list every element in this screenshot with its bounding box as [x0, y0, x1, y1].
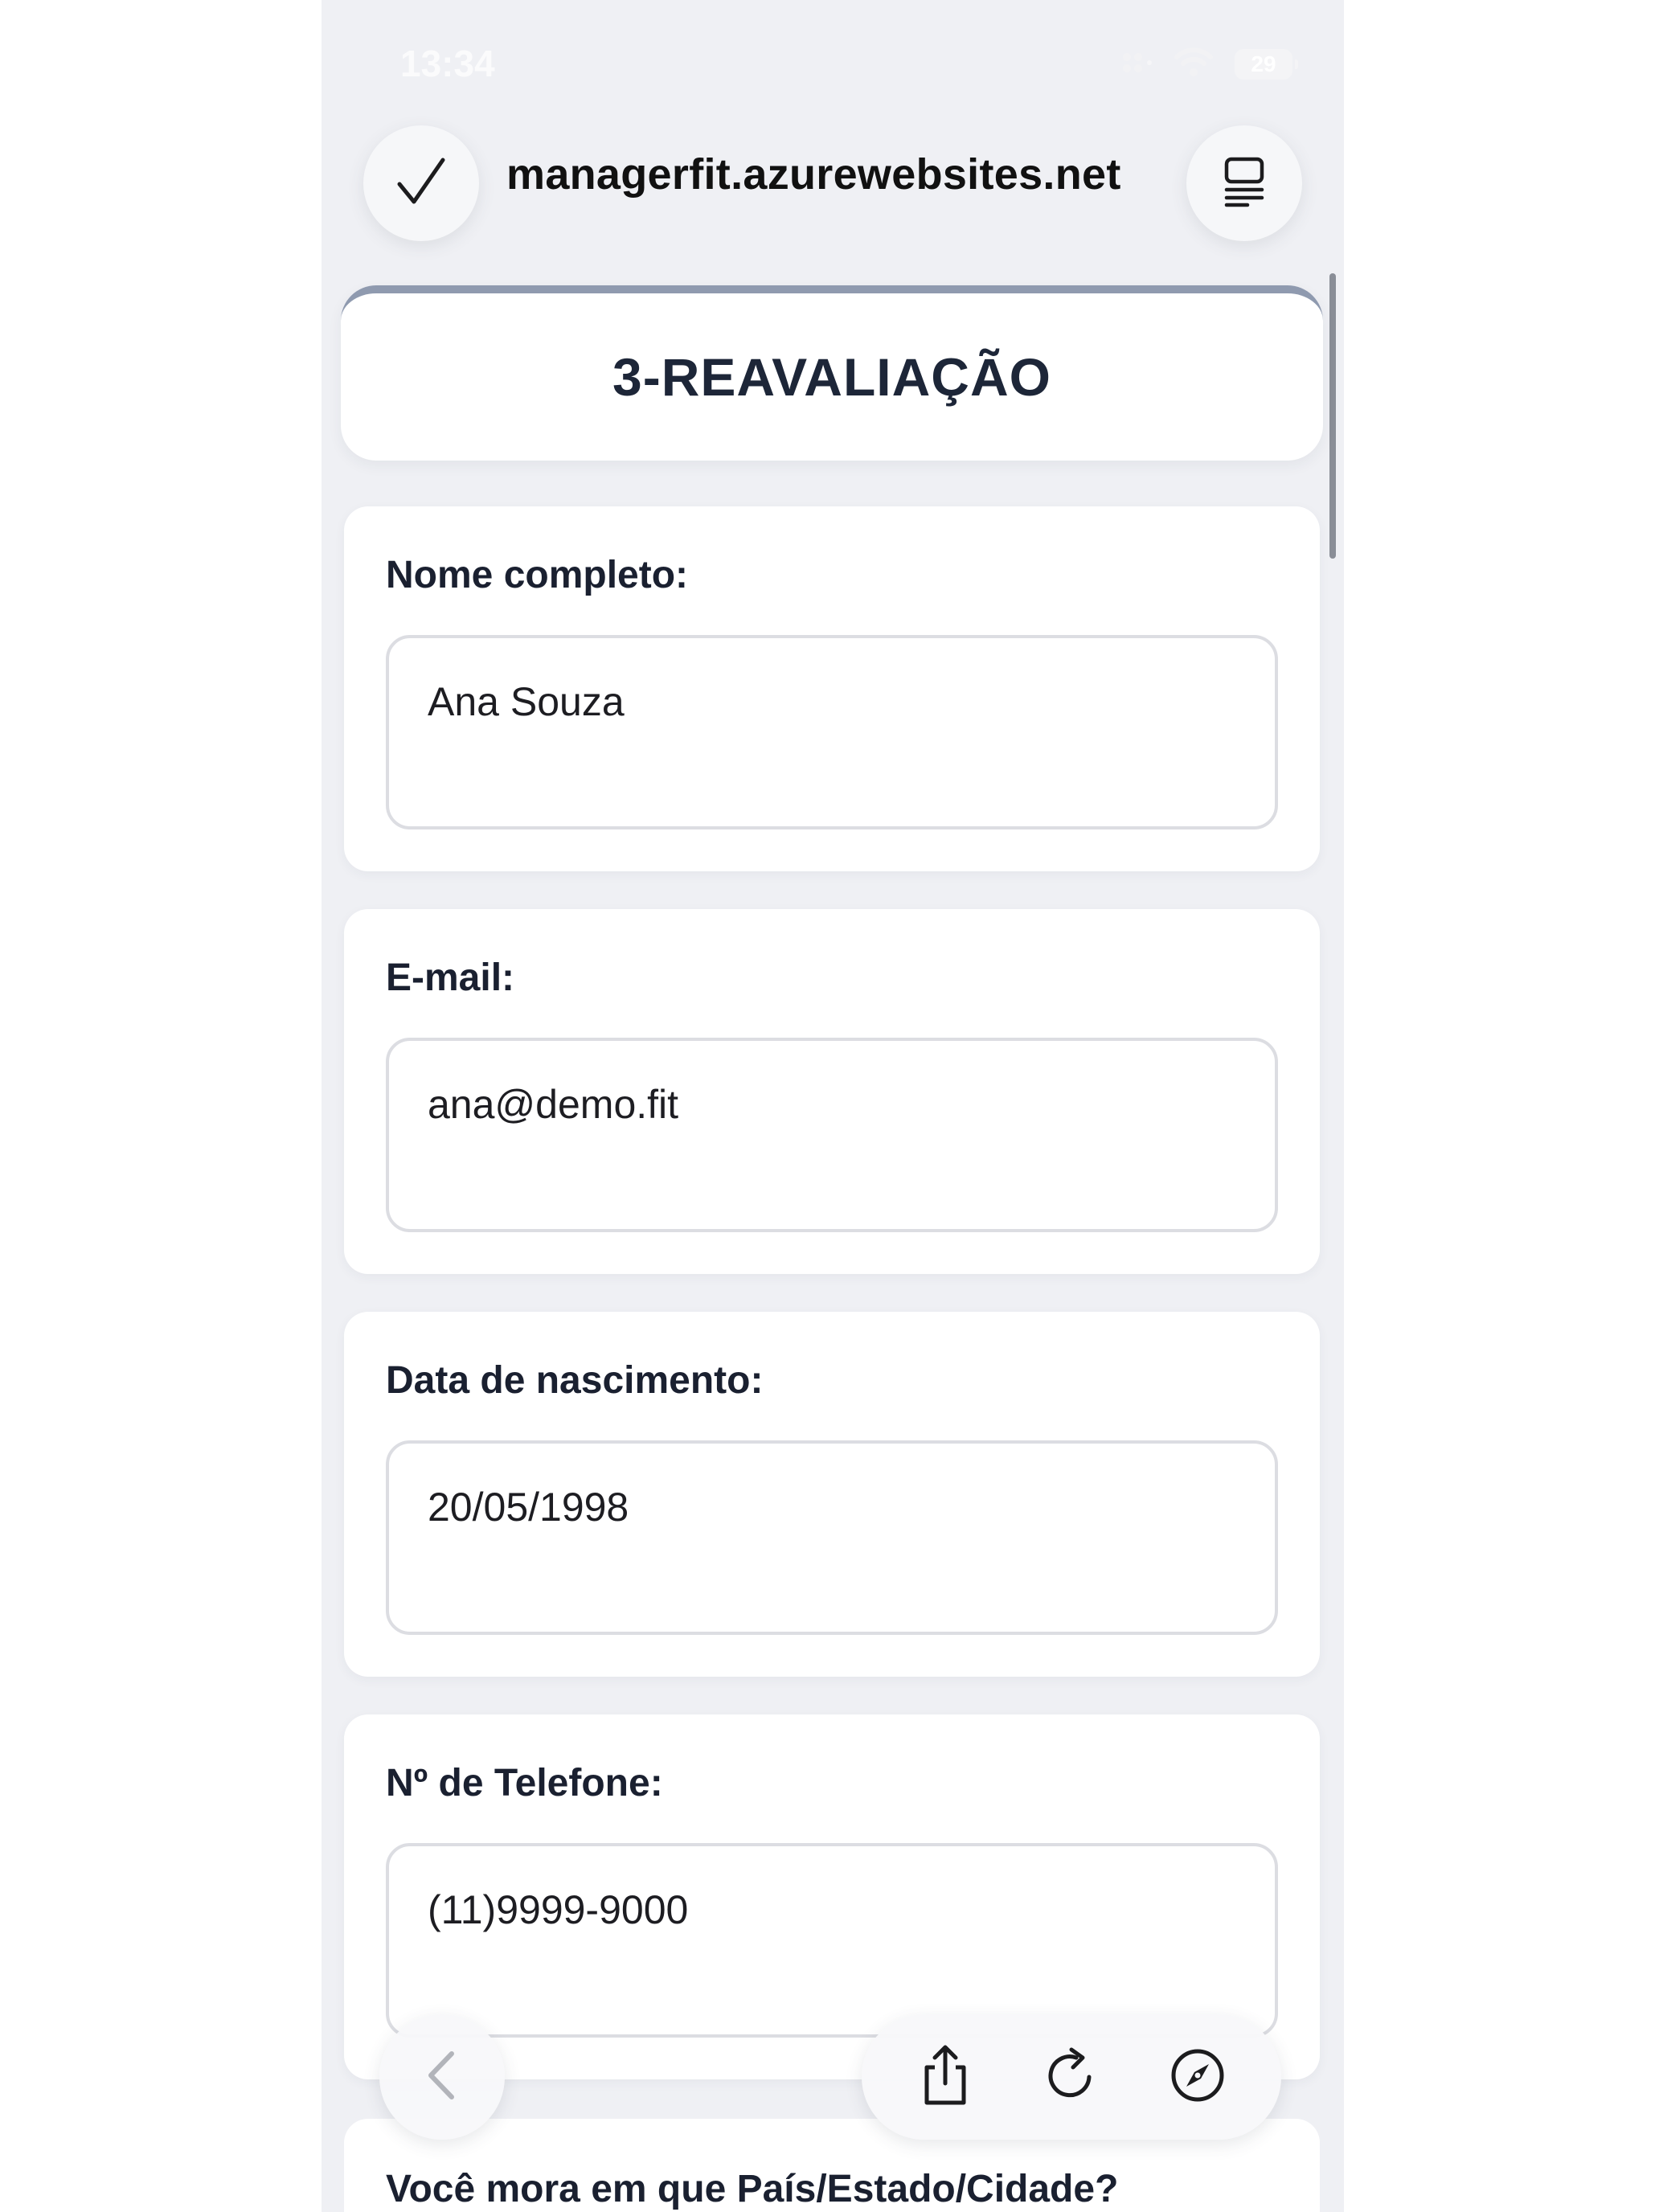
- back-button[interactable]: [379, 2014, 505, 2140]
- share-icon: [917, 2043, 973, 2112]
- field-label-name: Nome completo:: [386, 554, 689, 596]
- reload-button[interactable]: [1027, 2033, 1116, 2121]
- compass-button[interactable]: [1153, 2033, 1242, 2121]
- scroll-indicator[interactable]: [1329, 273, 1336, 559]
- compass-icon: [1169, 2046, 1227, 2108]
- mobile-browser-screen: 13:34 29 managerfit.azurewebsites.net 3-…: [322, 0, 1344, 2212]
- checkmark-button[interactable]: [363, 125, 479, 241]
- field-label-location: Você mora em que País/Estado/Cidade?: [386, 2168, 1119, 2210]
- browser-toolbar: [862, 2014, 1281, 2140]
- page-title: 3-REAVALIAÇÃO: [612, 347, 1051, 407]
- field-label-phone: Nº de Telefone:: [386, 1762, 663, 1804]
- battery-level: 29: [1251, 51, 1276, 76]
- field-card-email: E-mail: ana@demo.fit: [344, 909, 1320, 1274]
- status-icons: 29: [1120, 47, 1298, 81]
- field-label-birthdate: Data de nascimento:: [386, 1359, 764, 1402]
- field-label-email: E-mail:: [386, 956, 515, 999]
- full-name-input[interactable]: Ana Souza: [386, 635, 1278, 830]
- share-button[interactable]: [901, 2033, 989, 2121]
- status-time: 13:34: [400, 43, 495, 84]
- field-card-birthdate: Data de nascimento: 20/05/1998: [344, 1312, 1320, 1677]
- back-arrow-icon: [420, 2047, 465, 2108]
- birthdate-input[interactable]: 20/05/1998: [386, 1440, 1278, 1635]
- reader-mode-button[interactable]: [1186, 125, 1302, 241]
- reload-icon: [1043, 2046, 1100, 2108]
- checkmark-icon: [393, 154, 449, 214]
- address-bar-url[interactable]: managerfit.azurewebsites.net: [506, 150, 1120, 199]
- signal-icon: [1120, 49, 1153, 79]
- email-input[interactable]: ana@demo.fit: [386, 1038, 1278, 1232]
- wifi-icon: [1174, 47, 1214, 81]
- form-title-card: 3-REAVALIAÇÃO: [341, 285, 1323, 461]
- field-card-name: Nome completo: Ana Souza: [344, 506, 1320, 871]
- reader-mode-icon: [1220, 156, 1268, 211]
- battery-icon: 29: [1235, 48, 1298, 80]
- phone-input[interactable]: (11)9999-9000: [386, 1843, 1278, 2038]
- status-bar: 13:34 29: [322, 0, 1344, 121]
